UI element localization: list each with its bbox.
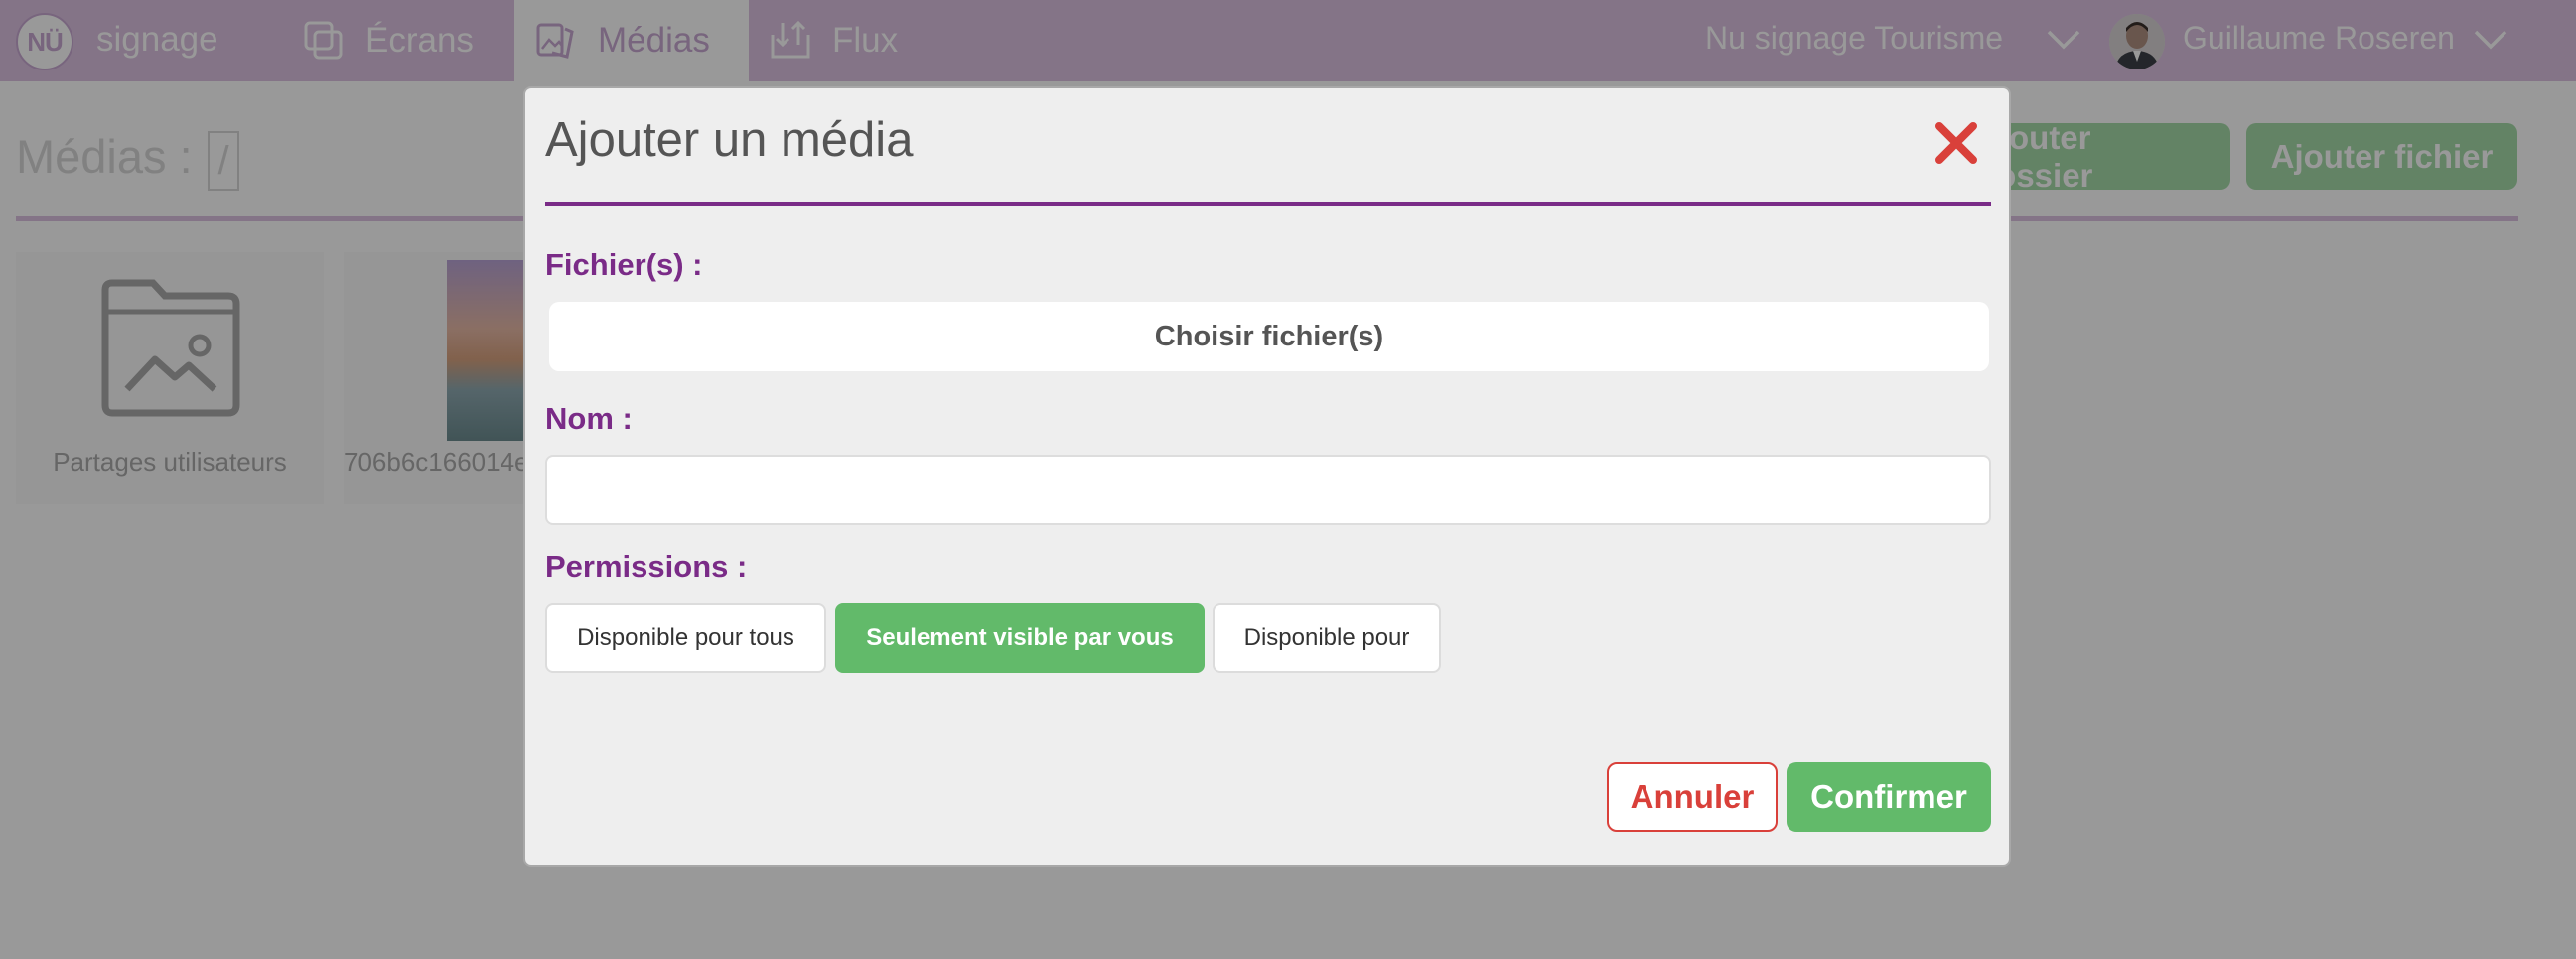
choose-files-button[interactable]: Choisir fichier(s) [549,302,1989,371]
dialog-divider [545,202,1991,206]
cancel-button[interactable]: Annuler [1607,762,1778,832]
permission-option-custom[interactable]: Disponible pour [1213,603,1441,673]
confirm-button[interactable]: Confirmer [1787,762,1991,832]
permission-option-all[interactable]: Disponible pour tous [545,603,826,673]
name-input[interactable] [545,455,1991,525]
add-media-dialog: Ajouter un média Fichier(s) : Choisir fi… [523,86,2011,867]
name-label: Nom : [545,401,633,436]
dialog-title: Ajouter un média [545,113,914,167]
files-label: Fichier(s) : [545,247,703,282]
close-icon[interactable] [1933,120,1979,166]
permissions-label: Permissions : [545,549,748,584]
permission-option-private[interactable]: Seulement visible par vous [835,603,1205,673]
